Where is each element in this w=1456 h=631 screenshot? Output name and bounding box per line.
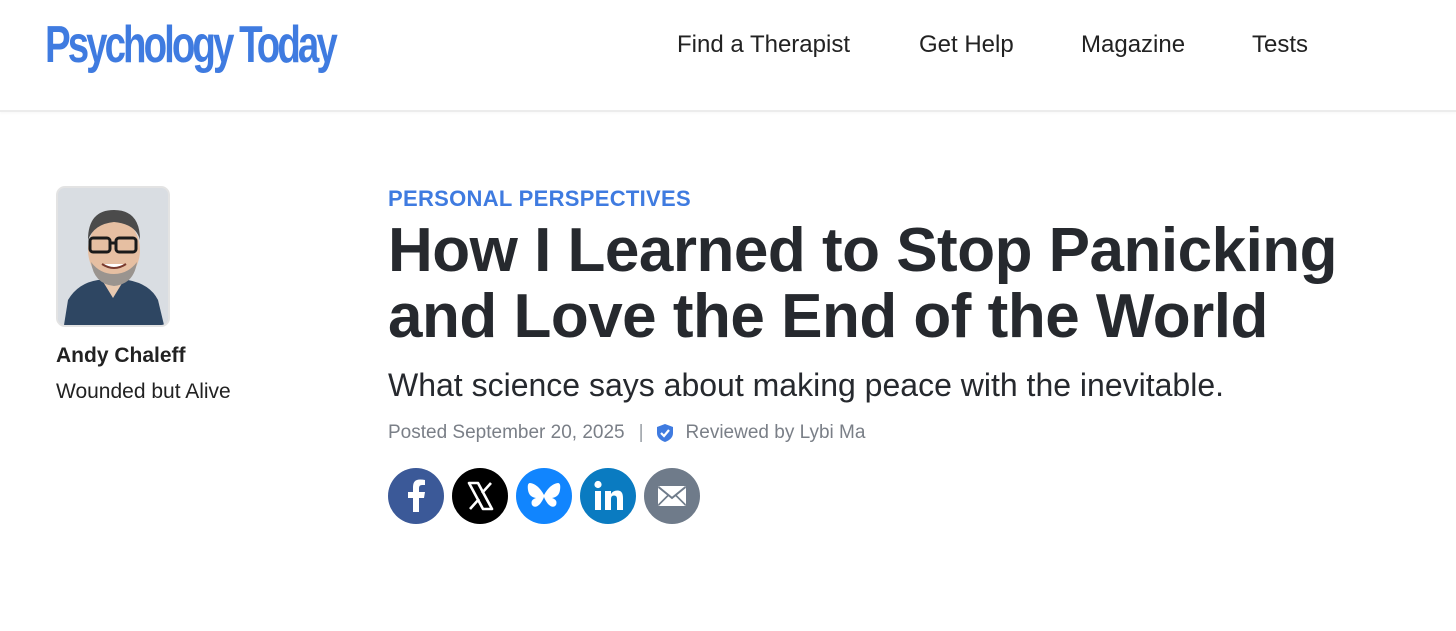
share-bluesky-button[interactable]	[516, 468, 572, 524]
author-photo	[58, 188, 168, 325]
verified-shield-icon	[656, 424, 673, 442]
article-subtitle: What science says about making peace wit…	[388, 367, 1225, 403]
article-title: How I Learned to Stop Panicking and Love…	[388, 216, 1338, 351]
facebook-icon	[408, 479, 425, 512]
share-buttons	[388, 468, 1388, 524]
share-facebook-button[interactable]	[388, 468, 444, 524]
meta-separator: |	[638, 422, 644, 443]
share-x-button[interactable]	[452, 468, 508, 524]
bluesky-icon	[527, 483, 561, 507]
author-avatar[interactable]	[56, 186, 170, 327]
author-name[interactable]: Andy Chaleff	[56, 344, 336, 368]
main-nav: Find a Therapist Get Help Magazine Tests	[0, 30, 1456, 60]
email-icon	[657, 486, 687, 506]
nav-magazine[interactable]: Magazine	[1081, 30, 1185, 60]
reviewed-by[interactable]: Reviewed by Lybi Ma	[686, 420, 866, 446]
nav-find-a-therapist[interactable]: Find a Therapist	[677, 30, 850, 60]
author-card: Andy Chaleff Wounded but Alive	[56, 186, 336, 404]
article-meta: Posted September 20, 2025 | Reviewed by …	[388, 420, 1388, 446]
linkedin-icon	[594, 480, 623, 510]
posted-date: Posted September 20, 2025	[388, 422, 625, 443]
author-blog-name[interactable]: Wounded but Alive	[56, 380, 336, 404]
nav-tests[interactable]: Tests	[1252, 30, 1308, 60]
top-navigation-bar: Psychology Today Find a Therapist Get He…	[0, 0, 1456, 112]
share-linkedin-button[interactable]	[580, 468, 636, 524]
article-header: PERSONAL PERSPECTIVES How I Learned to S…	[388, 184, 1388, 524]
nav-get-help[interactable]: Get Help	[919, 30, 1014, 60]
x-icon	[467, 481, 494, 511]
share-email-button[interactable]	[644, 468, 700, 524]
article-category[interactable]: PERSONAL PERSPECTIVES	[388, 184, 1388, 214]
